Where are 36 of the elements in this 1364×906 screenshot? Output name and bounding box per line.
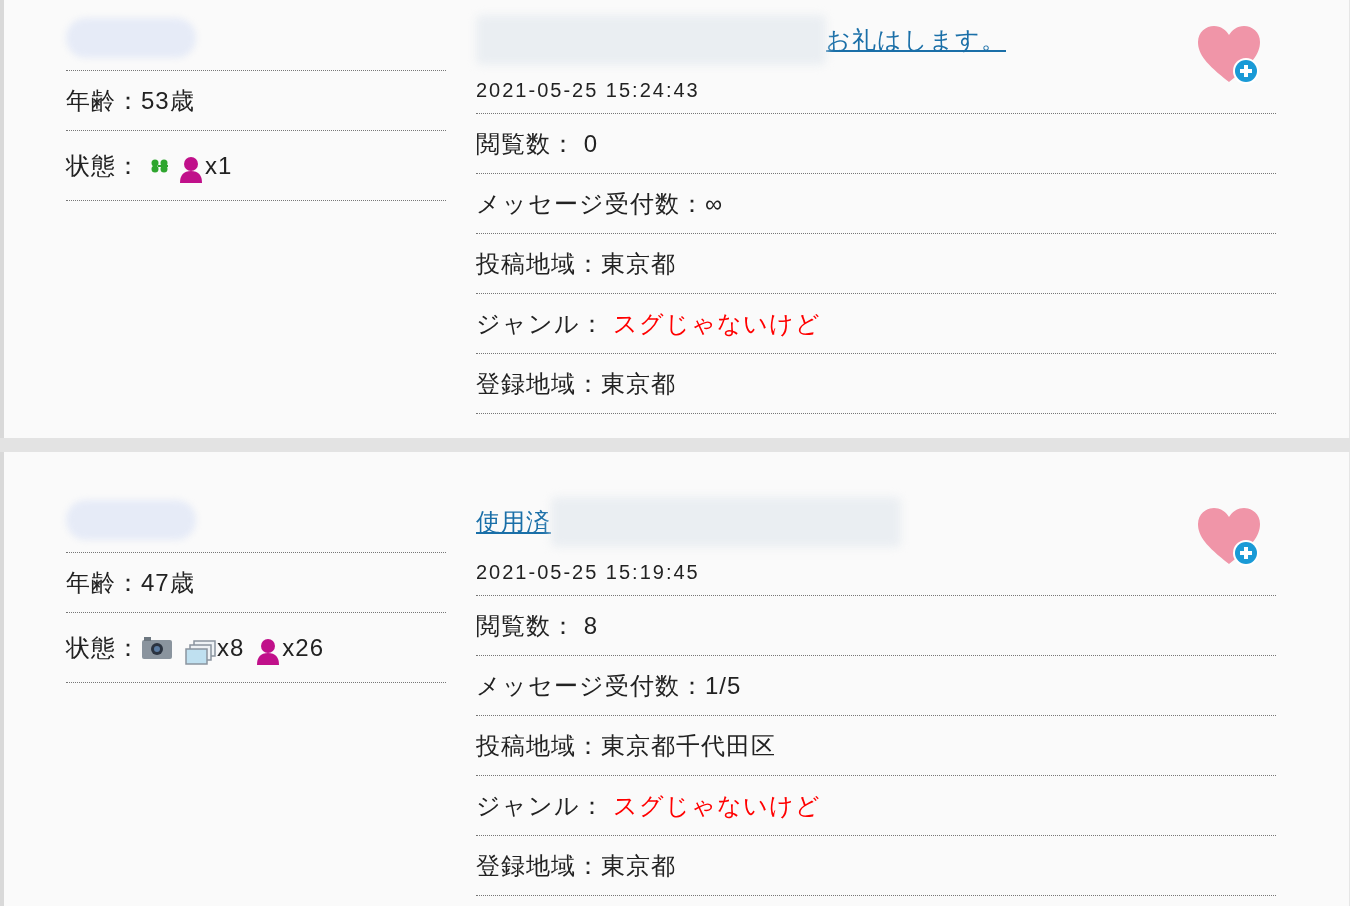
- field-label: 投稿地域：: [476, 730, 601, 761]
- person-icon: [179, 155, 203, 184]
- post-date: 2021-05-25 15:24:43: [476, 77, 700, 103]
- field-label: メッセージ受付数：: [476, 188, 705, 219]
- field-label: 投稿地域：: [476, 248, 601, 279]
- post-title-link[interactable]: 使用済: [476, 504, 551, 540]
- field-value: 東京都千代田区: [601, 730, 776, 761]
- field-value: 1/5: [705, 670, 742, 701]
- field-value: ∞: [705, 188, 724, 219]
- field-label: 登録地域：: [476, 850, 601, 881]
- field-label: 閲覧数：: [476, 610, 576, 641]
- count-text: x1: [205, 150, 233, 181]
- field-value: 東京都: [601, 368, 676, 399]
- field-value: 東京都: [601, 248, 676, 279]
- field-label: ジャンル：: [476, 790, 605, 821]
- count-text: x26: [282, 632, 325, 663]
- field-label: 登録地域：: [476, 368, 601, 399]
- photos-icon: [185, 639, 217, 666]
- field-value: 0: [582, 128, 598, 159]
- status-label: 状態：: [66, 632, 141, 663]
- field-value: 8: [582, 610, 598, 641]
- status-label: 状態：: [66, 150, 141, 181]
- clover-icon: [149, 157, 171, 174]
- camera-icon: [141, 635, 173, 660]
- field-value: スグじゃないけど: [611, 790, 821, 821]
- post-title-link[interactable]: お礼はします。: [826, 22, 1006, 58]
- field-value: スグじゃないけど: [611, 308, 821, 339]
- field-label: メッセージ受付数：: [476, 670, 705, 701]
- age-text: 年齢：53歳: [66, 85, 195, 116]
- field-label: 閲覧数：: [476, 128, 576, 159]
- age-text: 年齢：47歳: [66, 567, 195, 598]
- count-text: x8: [217, 632, 245, 663]
- post-date: 2021-05-25 15:19:45: [476, 559, 700, 585]
- person-icon: [256, 637, 281, 666]
- field-value: 東京都: [601, 850, 676, 881]
- field-label: ジャンル：: [476, 308, 605, 339]
